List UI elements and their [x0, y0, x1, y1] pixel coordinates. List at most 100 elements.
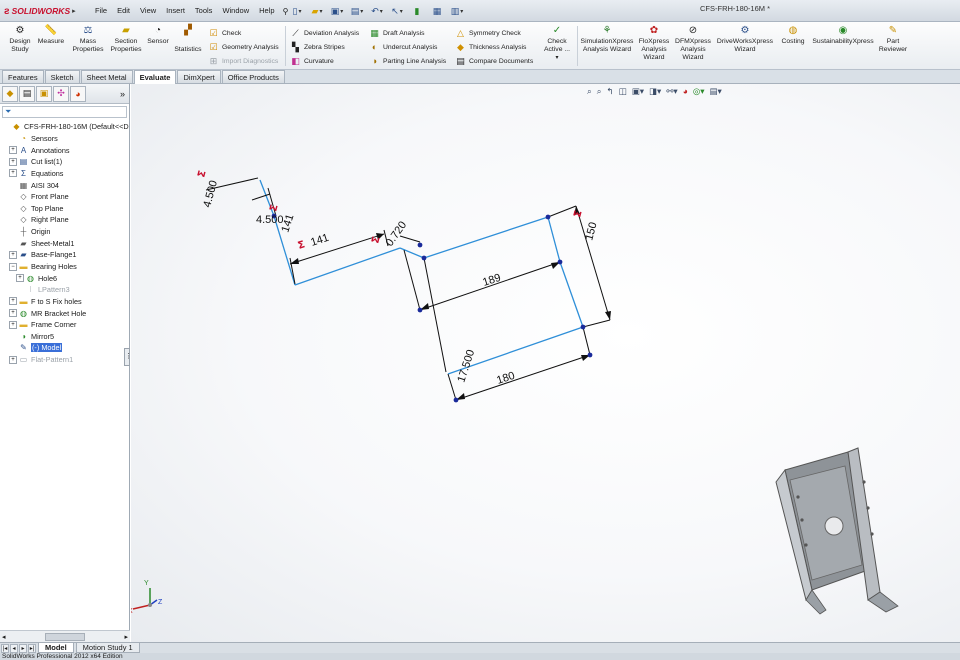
tab-dimxpert[interactable]: DimXpert [177, 70, 221, 83]
previous-view-icon[interactable]: ↰ [606, 86, 615, 97]
sensor-button[interactable]: ◔ Sensor [144, 25, 172, 46]
expand-icon[interactable]: + [9, 355, 17, 364]
tree-item[interactable]: + ▤ Cut list(1) [0, 156, 129, 168]
expand-icon[interactable]: + [9, 146, 17, 155]
statistics-button[interactable]: ▞ Statistics [172, 25, 204, 54]
new-document-icon[interactable]: ▯ [288, 3, 306, 19]
section-view-icon[interactable]: ◫ [618, 86, 628, 97]
expand-icon[interactable]: + [9, 157, 17, 166]
sketch-line[interactable] [294, 247, 401, 286]
dimxpert-manager-tab-icon[interactable]: ✣ [53, 85, 69, 102]
dimension-4-500-b[interactable]: 4.500 [256, 214, 284, 226]
tree-item[interactable]: ⁝ LPattern3 [0, 284, 129, 296]
costing-button[interactable]: ◍ Costing [778, 25, 808, 46]
view-settings-icon[interactable]: ▤▾ [709, 86, 723, 97]
select-icon[interactable]: ↖ [388, 3, 406, 19]
edit-appearance-icon[interactable]: ◕ [682, 86, 689, 96]
parting-line-analysis-button[interactable]: ◑ Parting Line Analysis [369, 54, 446, 68]
tree-item[interactable]: + A Annotations [0, 144, 129, 156]
feature-filter[interactable]: ⏷ [2, 106, 127, 118]
tree-item[interactable]: ▰ Sheet-Metal1 [0, 237, 129, 249]
options-icon[interactable]: ▥ [448, 3, 466, 19]
collapse-icon[interactable]: − [9, 262, 17, 271]
panel-splitter-handle[interactable]: ⋮ [124, 348, 132, 366]
tree-item[interactable]: − ▬ Bearing Holes [0, 261, 129, 273]
dimension-189[interactable]: 189 [481, 272, 502, 289]
tree-item[interactable]: ✎ (-) Model [0, 342, 129, 354]
compare-documents-button[interactable]: ▤ Compare Documents [455, 54, 533, 68]
tree-item[interactable]: ◔ Sensors [0, 133, 129, 145]
sketch-line[interactable] [559, 261, 584, 328]
menu-tools[interactable]: Tools [190, 3, 218, 19]
undo-icon[interactable]: ↶ [368, 3, 386, 19]
panel-horizontal-scrollbar[interactable]: ◂ ▸ [0, 630, 130, 642]
expand-icon[interactable]: + [9, 320, 17, 329]
tree-item[interactable]: + ▬ Frame Corner [0, 319, 129, 331]
tab-features[interactable]: Features [2, 70, 44, 83]
hide-show-items-icon[interactable]: ⚯▾ [665, 86, 678, 97]
view-orientation-icon[interactable]: ▣▾ [631, 86, 645, 97]
menu-window[interactable]: Window [217, 3, 254, 19]
tree-item[interactable]: + ▰ Base-Flange1 [0, 249, 129, 261]
tree-item[interactable]: ┼ Origin [0, 226, 129, 238]
curvature-button[interactable]: ◧ Curvature [290, 54, 334, 68]
dimension-0-720[interactable]: 0.720 [384, 219, 410, 248]
tree-item[interactable]: + Σ Equations [0, 168, 129, 180]
draft-analysis-button[interactable]: ▦ Draft Analysis [369, 26, 424, 40]
scroll-left-icon[interactable]: ◂ [2, 633, 6, 641]
open-folder-icon[interactable]: ▰ [308, 3, 326, 19]
sketch-line[interactable] [423, 216, 549, 259]
floxpress-button[interactable]: ✿ FloXpress Analysis Wizard [637, 25, 671, 62]
save-icon[interactable]: ▣ [328, 3, 346, 19]
menu-file[interactable]: File [90, 3, 112, 19]
zoom-to-area-icon[interactable]: ⌕ [596, 86, 603, 97]
section-properties-button[interactable]: ▰ Section Properties [108, 25, 144, 54]
configuration-manager-tab-icon[interactable]: ▣ [36, 85, 52, 102]
menu-insert[interactable]: Insert [161, 3, 190, 19]
feature-manager-tab-icon[interactable]: ◆ [2, 85, 18, 102]
tree-item[interactable]: ◇ Front Plane [0, 191, 129, 203]
sketch-profile[interactable] [259, 179, 584, 375]
display-manager-tab-icon[interactable]: ◕ [70, 85, 86, 102]
dimension-17-500[interactable]: 17.500 [455, 348, 477, 384]
undercut-analysis-button[interactable]: ◐ Undercut Analysis [369, 40, 438, 54]
tab-sketch[interactable]: Sketch [44, 70, 80, 83]
tree-item[interactable]: + ▭ Flat-Pattern1 [0, 354, 129, 366]
mass-properties-button[interactable]: ⚖ Mass Properties [70, 25, 106, 54]
thickness-analysis-button[interactable]: ◆ Thickness Analysis [455, 40, 526, 54]
expand-icon[interactable]: + [9, 250, 17, 259]
tree-item[interactable]: + ◍ Hole6 [0, 272, 129, 284]
dimension-4-500-a[interactable]: 4.500 [201, 179, 220, 209]
expand-icon[interactable]: + [16, 274, 24, 283]
expand-icon[interactable]: + [9, 169, 17, 178]
prev-tab-icon[interactable]: ◂ [10, 643, 18, 653]
part-reviewer-button[interactable]: ✎ Part Reviewer [876, 25, 910, 54]
apply-scene-icon[interactable]: ◎▾ [692, 86, 706, 97]
graphics-area[interactable]: Σ 4.500 4.500 Σ 141 Σ 141 Σ 0.720 Σ 150 … [131, 84, 960, 642]
check-active-button[interactable]: ✓ Check Active ... ▾ [540, 25, 574, 62]
next-tab-icon[interactable]: ▸ [19, 643, 27, 653]
file-properties-icon[interactable]: ▦ [428, 3, 446, 19]
scrollbar-thumb[interactable] [45, 632, 85, 641]
expand-panel-icon[interactable]: » [120, 89, 125, 99]
sketch-line[interactable] [547, 216, 561, 263]
simulationxpress-button[interactable]: ⚘ SimulationXpress Analysis Wizard [580, 25, 634, 54]
print-icon[interactable]: ▤ [348, 3, 366, 19]
tab-model[interactable]: Model [38, 643, 74, 653]
display-style-icon[interactable]: ◨▾ [648, 86, 662, 97]
menu-edit[interactable]: Edit [112, 3, 135, 19]
dimension-150[interactable]: 150 [583, 221, 599, 242]
part-3d-preview[interactable] [775, 447, 899, 615]
rebuild-icon[interactable]: ▮ [408, 3, 426, 19]
first-tab-icon[interactable]: |◂ [1, 643, 9, 653]
tree-item[interactable]: ▦ AISI 304 [0, 179, 129, 191]
dimension-141-b[interactable]: 141 [309, 232, 330, 249]
design-study-button[interactable]: ⚙ Design Study [4, 25, 36, 54]
last-tab-icon[interactable]: ▸| [28, 643, 36, 653]
scroll-right-icon[interactable]: ▸ [124, 633, 128, 641]
deviation-analysis-button[interactable]: ⟋ Deviation Analysis [290, 26, 359, 40]
tree-item[interactable]: ◇ Right Plane [0, 214, 129, 226]
solidworks-logo[interactable]: ƨ SOLIDWORKS ▸ [4, 3, 82, 19]
sketch-line[interactable] [399, 247, 425, 259]
menu-help[interactable]: Help [254, 3, 279, 19]
